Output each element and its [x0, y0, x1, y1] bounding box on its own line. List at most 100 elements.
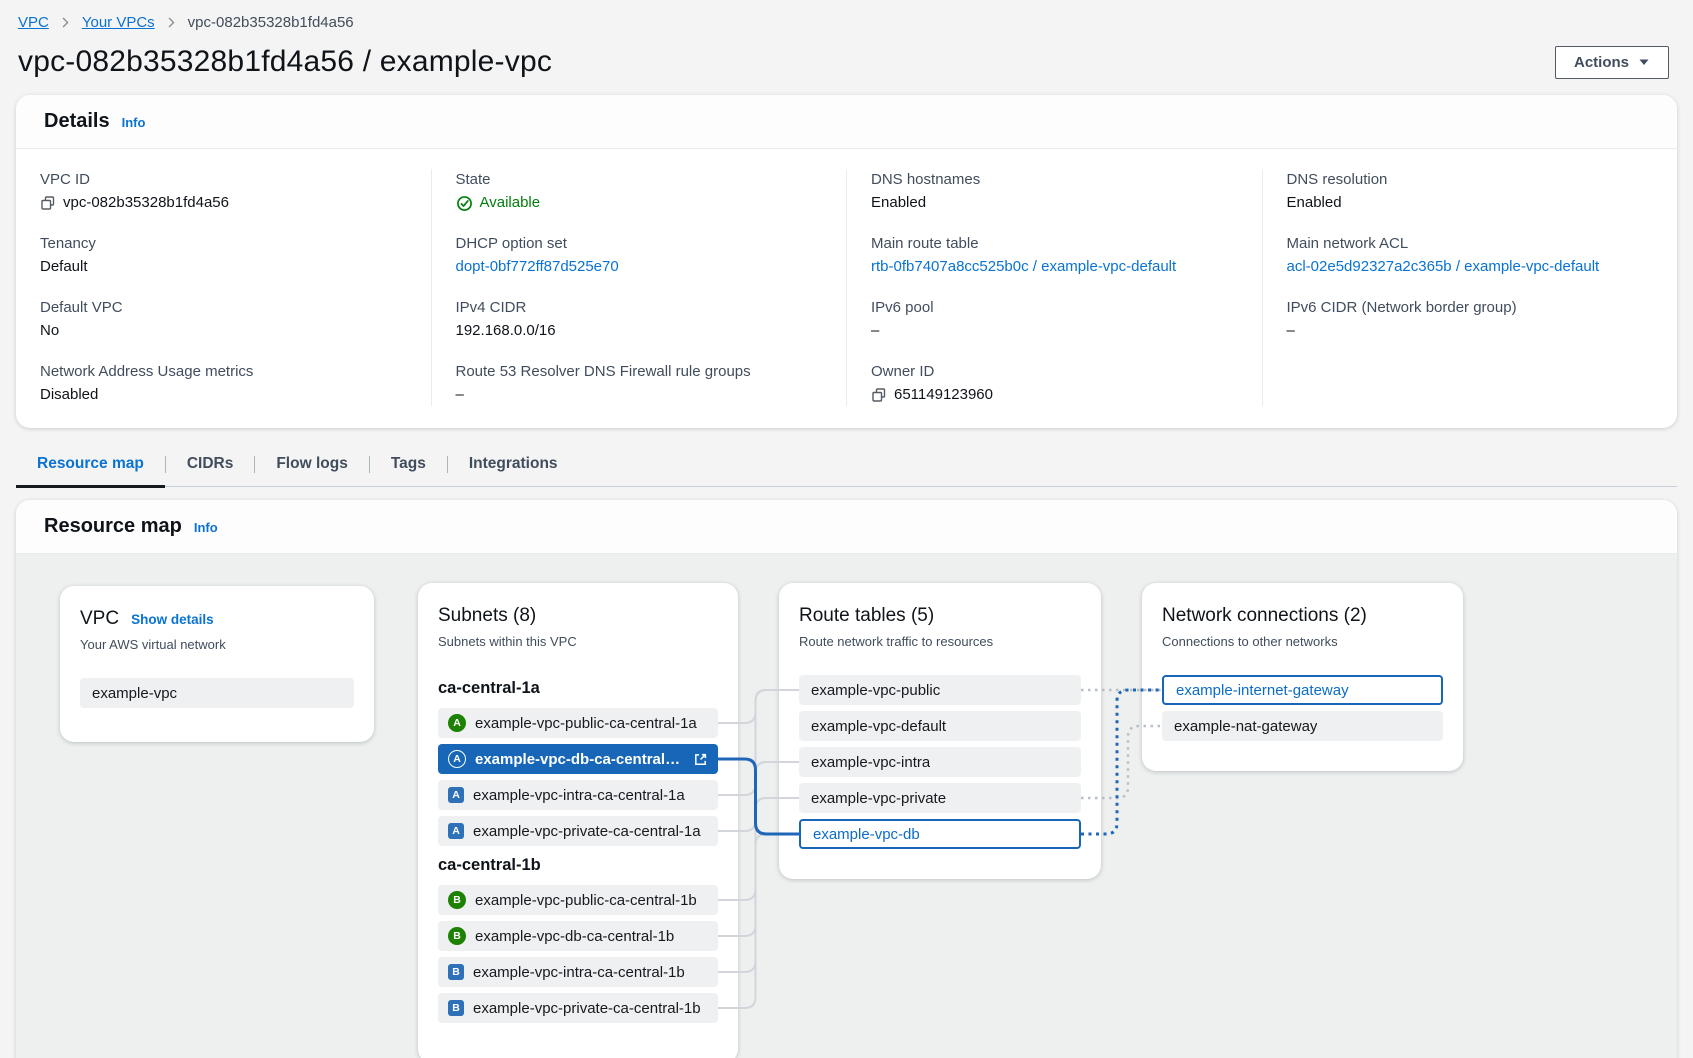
map-card-subtitle: Subnets within this VPC — [438, 634, 718, 649]
route-table-item[interactable]: example-vpc-intra — [799, 747, 1081, 777]
vpc-rows: example-vpc — [80, 678, 354, 708]
az-badge-b: B — [448, 964, 464, 980]
vpc-details-page: VPC Your VPCs vpc-082b35328b1fd4a56 vpc-08… — [0, 0, 1693, 1058]
actions-button-label: Actions — [1574, 54, 1629, 71]
subnet-item[interactable]: Aexample-vpc-db-ca-central-1a — [438, 744, 718, 774]
tab-tags[interactable]: Tags — [370, 442, 447, 486]
detail-field-label: Owner ID — [871, 361, 1238, 382]
detail-field-label: DNS hostnames — [871, 169, 1238, 190]
detail-field-value: vpc-082b35328b1fd4a56 — [40, 192, 407, 214]
external-link-icon[interactable] — [693, 752, 708, 767]
tab-integrations[interactable]: Integrations — [448, 442, 579, 486]
az-badge-a: A — [448, 750, 466, 768]
subnets-card: Subnets (8)Subnets within this VPCca-cen… — [418, 583, 738, 1058]
detail-field-value-link[interactable]: acl-02e5d92327a2c365b / example-vpc-defa… — [1287, 256, 1654, 278]
detail-field-value: 651149123960 — [871, 384, 1238, 406]
az-badge-b: B — [448, 891, 466, 909]
breadcrumb-separator-icon — [59, 16, 72, 29]
copy-icon[interactable] — [871, 387, 887, 403]
network-connections-card: Network connections (2)Connections to ot… — [1142, 583, 1463, 771]
subnet-item[interactable]: Aexample-vpc-public-ca-central-1a — [438, 708, 718, 738]
route-table-item[interactable]: example-vpc-default — [799, 711, 1081, 741]
resource-map-panel: Resource map Info VPCShow detailsYour AW… — [16, 500, 1677, 1058]
resource-map-info-link[interactable]: Info — [194, 520, 218, 535]
row-label: example-vpc-public-ca-central-1a — [475, 715, 697, 732]
actions-button[interactable]: Actions — [1555, 46, 1669, 79]
vpc-item[interactable]: example-vpc — [80, 678, 354, 708]
detail-value-text: acl-02e5d92327a2c365b / example-vpc-defa… — [1287, 256, 1600, 278]
detail-value-text: rtb-0fb7407a8cc525b0c / example-vpc-defa… — [871, 256, 1176, 278]
detail-field: IPv6 pool– — [871, 297, 1238, 342]
detail-field-label: IPv4 CIDR — [456, 297, 823, 318]
detail-field: StateAvailable — [456, 169, 823, 214]
subnet-item[interactable]: Bexample-vpc-intra-ca-central-1b — [438, 957, 718, 987]
breadcrumb-link[interactable]: VPC — [18, 14, 49, 31]
resource-map-body: VPCShow detailsYour AWS virtual networke… — [16, 554, 1677, 1058]
detail-field: Route 53 Resolver DNS Firewall rule grou… — [456, 361, 823, 406]
map-card-title: VPC Show details — [80, 608, 354, 630]
tab-resource-map[interactable]: Resource map — [16, 442, 165, 486]
detail-field-label: IPv6 CIDR (Network border group) — [1287, 297, 1654, 318]
details-column: StateAvailable DHCP option setdopt-0bf772… — [431, 169, 847, 406]
subnet-item[interactable]: Bexample-vpc-public-ca-central-1b — [438, 885, 718, 915]
az-badge-b: B — [448, 927, 466, 945]
detail-field-value-link[interactable]: dopt-0bf772ff87d525e70 — [456, 256, 823, 278]
detail-field-value-link[interactable]: rtb-0fb7407a8cc525b0c / example-vpc-defa… — [871, 256, 1238, 278]
details-column: DNS hostnamesEnabled Main route tablertb-… — [846, 169, 1262, 406]
route-table-item[interactable]: example-vpc-public — [799, 675, 1081, 705]
detail-field: DHCP option setdopt-0bf772ff87d525e70 — [456, 233, 823, 278]
resource-map-header: Resource map Info — [16, 500, 1677, 554]
detail-field: Main network ACLacl-02e5d92327a2c365b / … — [1287, 233, 1654, 278]
map-card-title-text: VPC — [80, 608, 119, 630]
show-details-link[interactable]: Show details — [131, 612, 214, 627]
detail-field-value: Disabled — [40, 384, 407, 406]
vpc-card: VPCShow detailsYour AWS virtual networke… — [60, 586, 374, 742]
detail-field-label: Network Address Usage metrics — [40, 361, 407, 382]
copy-icon[interactable] — [40, 195, 56, 211]
az-badge-a: A — [448, 823, 464, 839]
route-table-item[interactable]: example-vpc-db — [799, 819, 1081, 849]
row-label: example-vpc-db-ca-central-1b — [475, 928, 674, 945]
details-info-link[interactable]: Info — [122, 115, 146, 130]
tab-cidrs[interactable]: CIDRs — [166, 442, 255, 486]
detail-field-label: Main route table — [871, 233, 1238, 254]
detail-field-label: DNS resolution — [1287, 169, 1654, 190]
subnet-group-rows: Bexample-vpc-public-ca-central-1bBexampl… — [438, 885, 718, 1023]
network-connection-item[interactable]: example-internet-gateway — [1162, 675, 1443, 705]
external-link-glyph — [693, 752, 708, 767]
breadcrumb-link[interactable]: Your VPCs — [82, 14, 155, 31]
detail-value-text: – — [871, 320, 879, 342]
detail-field: IPv4 CIDR192.168.0.0/16 — [456, 297, 823, 342]
network-connection-item[interactable]: example-nat-gateway — [1162, 711, 1443, 741]
map-card-title-text: Subnets (8) — [438, 605, 536, 627]
subnet-group-rows: Aexample-vpc-public-ca-central-1aAexampl… — [438, 708, 718, 846]
route-table-item[interactable]: example-vpc-private — [799, 783, 1081, 813]
detail-value-text: 192.168.0.0/16 — [456, 320, 556, 342]
route-table-rows: example-vpc-public example-vpc-default exa… — [799, 675, 1081, 849]
detail-field-label: Route 53 Resolver DNS Firewall rule grou… — [456, 361, 823, 382]
map-card-subtitle: Route network traffic to resources — [799, 634, 1081, 649]
chevron-right-icon — [165, 16, 178, 29]
details-panel: Details Info VPC IDvpc-082b35328b1fd4a56… — [16, 95, 1677, 428]
details-panel-header: Details Info — [16, 95, 1677, 149]
tab-flow-logs[interactable]: Flow logs — [255, 442, 368, 486]
detail-field-value: Enabled — [871, 192, 1238, 214]
breadcrumb-separator-icon — [165, 16, 178, 29]
row-label: example-vpc-private-ca-central-1a — [473, 823, 701, 840]
detail-field: Default VPCNo — [40, 297, 407, 342]
caret-down-icon — [1638, 57, 1650, 67]
subnet-item[interactable]: Aexample-vpc-private-ca-central-1a — [438, 816, 718, 846]
subnet-item[interactable]: Aexample-vpc-intra-ca-central-1a — [438, 780, 718, 810]
subnet-item[interactable]: Bexample-vpc-private-ca-central-1b — [438, 993, 718, 1023]
detail-value-text: Disabled — [40, 384, 98, 406]
detail-field-label: DHCP option set — [456, 233, 823, 254]
row-label: example-vpc-intra — [811, 754, 930, 771]
detail-field: DNS hostnamesEnabled — [871, 169, 1238, 214]
detail-field-label: VPC ID — [40, 169, 407, 190]
page-title: vpc-082b35328b1fd4a56 / example-vpc — [18, 45, 552, 79]
subnet-item[interactable]: Bexample-vpc-db-ca-central-1b — [438, 921, 718, 951]
row-label: example-vpc-intra-ca-central-1a — [473, 787, 685, 804]
detail-field-value: – — [1287, 320, 1654, 342]
map-card-title-text: Network connections (2) — [1162, 605, 1367, 627]
detail-field: TenancyDefault — [40, 233, 407, 278]
